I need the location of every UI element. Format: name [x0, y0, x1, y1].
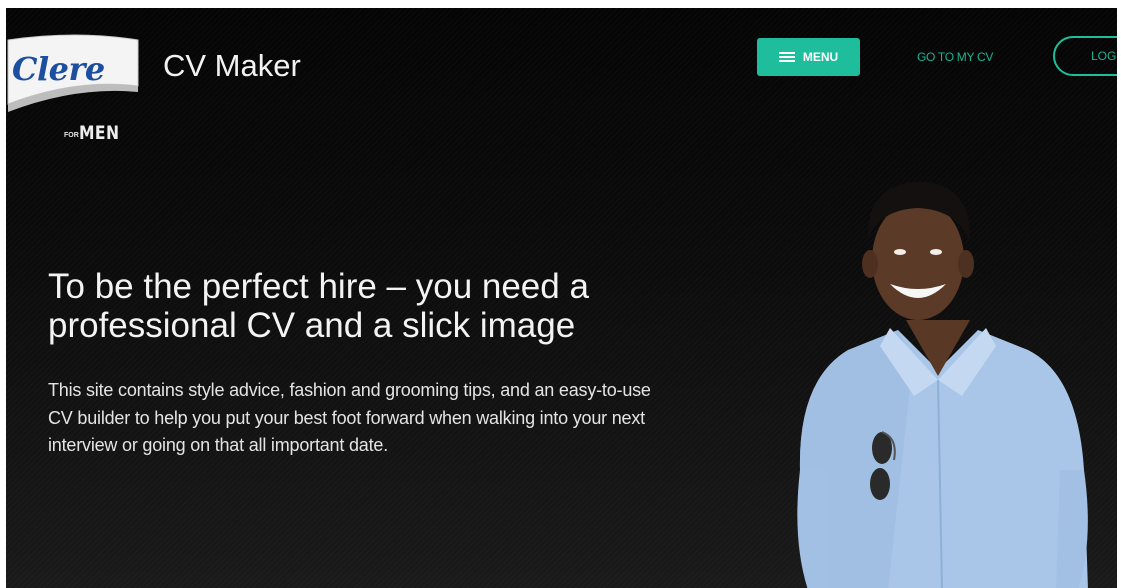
site-title: CV Maker — [163, 48, 301, 83]
login-button[interactable]: LOG — [1053, 36, 1117, 76]
menu-button[interactable]: MENU — [757, 38, 860, 76]
hamburger-icon — [778, 51, 795, 63]
logo-brand-text: Clere — [12, 50, 105, 88]
page-frame: Clere FOR MEN CV Maker MENU GO TO MY CV … — [6, 8, 1117, 588]
logo-men-text: MEN — [79, 122, 120, 144]
hero-headline: To be the perfect hire – you need a prof… — [48, 267, 589, 345]
go-to-my-cv-link[interactable]: GO TO MY CV — [917, 50, 993, 64]
menu-button-label: MENU — [802, 50, 839, 64]
hero-intro-text: This site contains style advice, fashion… — [48, 380, 651, 455]
model-photo — [797, 182, 1088, 588]
logo-for-text: FOR — [64, 132, 79, 139]
login-button-label: LOG — [1091, 49, 1117, 63]
clere-logo[interactable]: Clere FOR MEN — [6, 34, 146, 154]
